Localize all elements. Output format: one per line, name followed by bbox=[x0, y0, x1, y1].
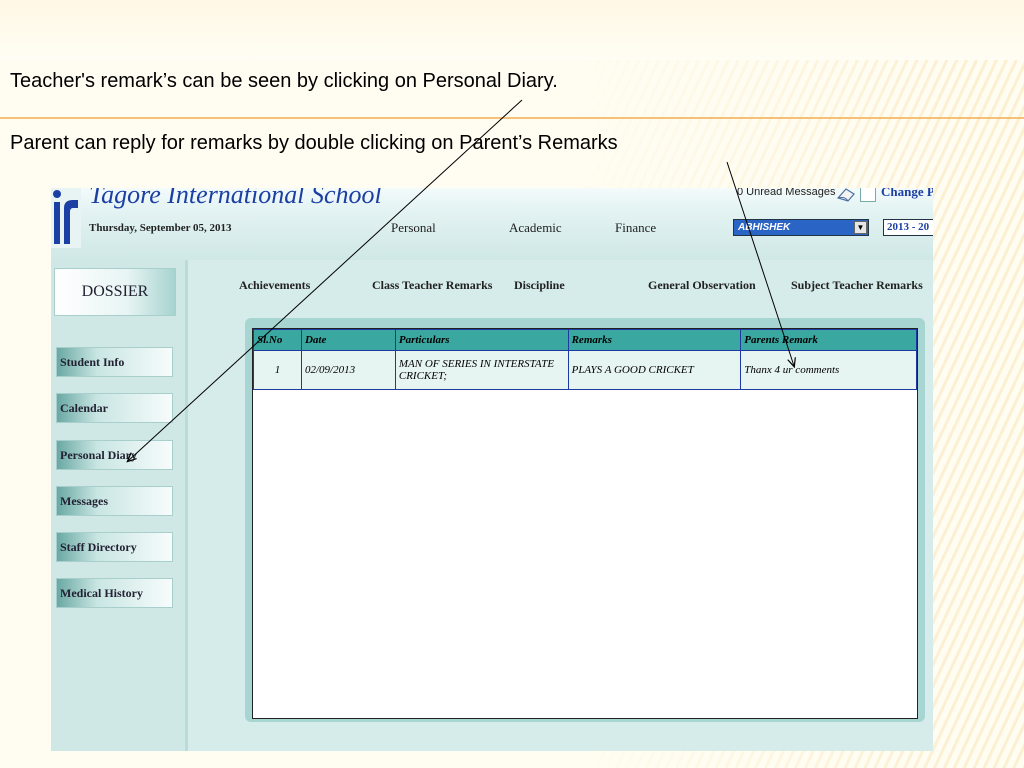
column-header-parents-remark: Parents Remark bbox=[740, 329, 917, 351]
caption-personal-diary: Teacher's remark’s can be seen by clicki… bbox=[10, 70, 558, 92]
sidebar: DOSSIER Student Info Calendar Personal D… bbox=[51, 260, 188, 751]
table-header-row: Sl.No Date Particulars Remarks Parents R… bbox=[253, 329, 917, 351]
unread-messages-link[interactable]: 0 Unread Messages bbox=[737, 188, 835, 198]
column-header-remarks: Remarks bbox=[567, 329, 742, 351]
student-select[interactable]: ABHISHEK ▼ bbox=[733, 219, 869, 236]
school-portal-screenshot: Tagore International School Thursday, Se… bbox=[51, 188, 933, 751]
sidebar-item-medical-history[interactable]: Medical History bbox=[56, 578, 173, 608]
sidebar-item-calendar[interactable]: Calendar bbox=[56, 393, 173, 423]
remarks-grid-container: Sl.No Date Particulars Remarks Parents R… bbox=[252, 328, 918, 719]
cell-particulars: MAN OF SERIES IN INTERSTATE CRICKET; bbox=[394, 350, 569, 390]
cell-slno: 1 bbox=[253, 350, 302, 390]
student-select-value: ABHISHEK bbox=[738, 222, 791, 233]
nav-finance[interactable]: Finance bbox=[615, 220, 656, 236]
column-header-date: Date bbox=[300, 329, 396, 351]
tab-discipline[interactable]: Discipline bbox=[514, 278, 565, 293]
change-password-icon[interactable] bbox=[860, 188, 876, 202]
current-date: Thursday, September 05, 2013 bbox=[89, 222, 232, 234]
dossier-header: DOSSIER bbox=[54, 268, 176, 316]
nav-personal[interactable]: Personal bbox=[391, 220, 436, 236]
table-row[interactable]: 1 02/09/2013 MAN OF SERIES IN INTERSTATE… bbox=[253, 350, 917, 390]
main-content: Achievements Class Teacher Remarks Disci… bbox=[188, 260, 933, 751]
column-header-slno: Sl.No bbox=[253, 329, 302, 351]
slide-top-band bbox=[0, 0, 1024, 60]
tab-subject-teacher-remarks[interactable]: Subject Teacher Remarks bbox=[791, 278, 923, 293]
slide-divider bbox=[0, 117, 1024, 119]
tab-class-teacher-remarks[interactable]: Class Teacher Remarks bbox=[372, 278, 492, 293]
sidebar-item-staff-directory[interactable]: Staff Directory bbox=[56, 532, 173, 562]
school-logo-icon bbox=[51, 188, 81, 248]
remarks-table: Sl.No Date Particulars Remarks Parents R… bbox=[253, 329, 917, 390]
sidebar-item-messages[interactable]: Messages bbox=[56, 486, 173, 516]
mail-icon[interactable] bbox=[836, 188, 856, 202]
cell-date: 02/09/2013 bbox=[300, 350, 396, 390]
app-header: Tagore International School Thursday, Se… bbox=[51, 188, 933, 260]
caption-parent-remarks: Parent can reply for remarks by double c… bbox=[10, 132, 618, 154]
sidebar-item-personal-diary[interactable]: Personal Diary bbox=[56, 440, 173, 470]
column-header-particulars: Particulars bbox=[394, 329, 569, 351]
remarks-panel: Sl.No Date Particulars Remarks Parents R… bbox=[245, 318, 925, 722]
tab-achievements[interactable]: Achievements bbox=[239, 278, 310, 293]
nav-academic[interactable]: Academic bbox=[509, 220, 562, 236]
change-password-link[interactable]: Change P bbox=[881, 188, 933, 200]
cell-parents-remark[interactable]: Thanx 4 ur comments bbox=[740, 350, 917, 390]
school-name: Tagore International School bbox=[89, 188, 382, 209]
tab-general-observation[interactable]: General Observation bbox=[648, 278, 756, 293]
dropdown-arrow-icon[interactable]: ▼ bbox=[854, 221, 867, 234]
sidebar-item-student-info[interactable]: Student Info bbox=[56, 347, 173, 377]
cell-remarks: PLAYS A GOOD CRICKET bbox=[567, 350, 742, 390]
year-select[interactable]: 2013 - 20 bbox=[883, 219, 933, 236]
